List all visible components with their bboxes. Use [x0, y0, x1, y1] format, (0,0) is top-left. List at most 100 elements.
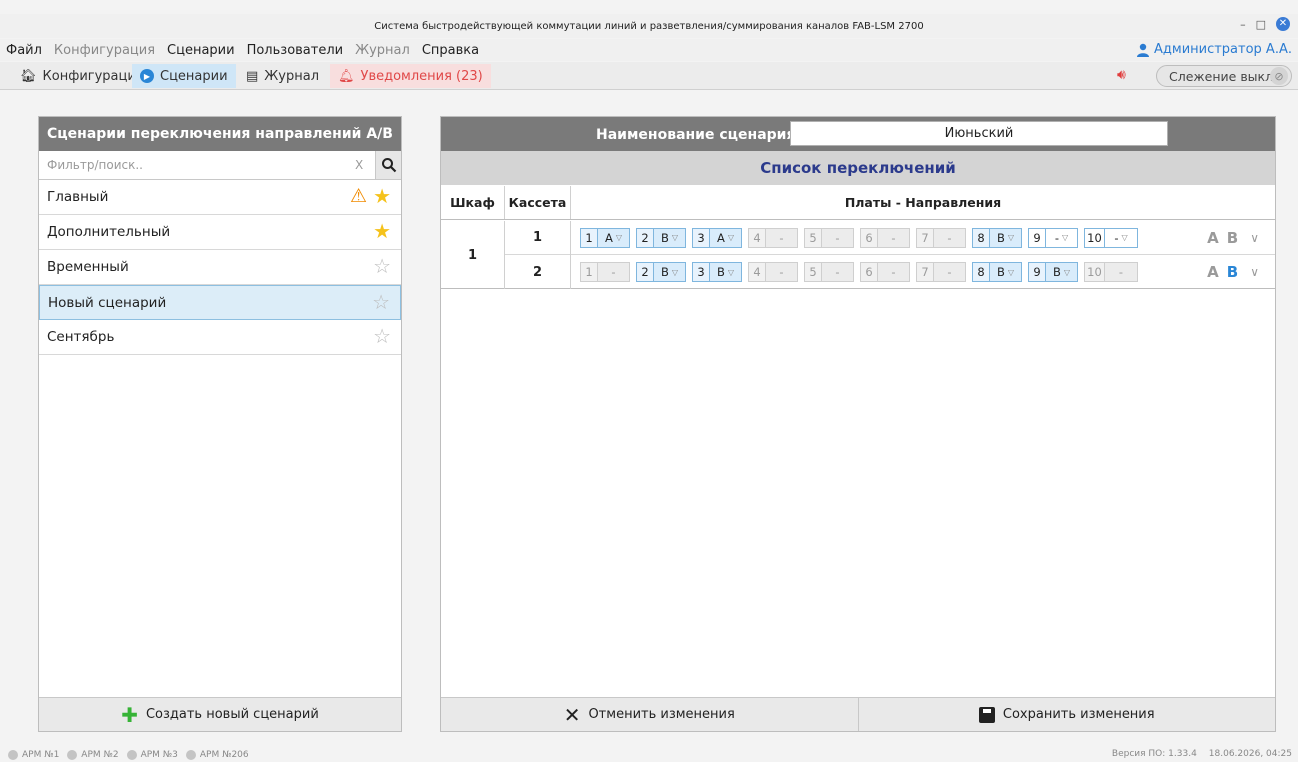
star-filled-icon[interactable]: ★ — [373, 186, 391, 206]
tab-scenarios-label: Сценарии — [160, 68, 228, 84]
star-outline-icon[interactable]: ☆ — [373, 326, 391, 346]
direction-b-button[interactable]: B — [1227, 263, 1238, 281]
scenario-item-new[interactable]: Новый сценарий ☆ — [39, 285, 401, 320]
board-number: 2 — [637, 228, 654, 247]
create-scenario-label: Создать новый сценарий — [145, 707, 319, 722]
scenario-item-september[interactable]: Сентябрь ☆ — [39, 320, 401, 355]
cancel-changes-button[interactable]: ✕ Отменить изменения — [441, 698, 859, 731]
board-select[interactable]: 8 B ▽ — [972, 262, 1022, 282]
home-icon: 🏠︎ — [20, 68, 37, 84]
menu-file[interactable]: Файл — [0, 43, 48, 58]
menu-help[interactable]: Справка — [416, 43, 485, 58]
menu-journal[interactable]: Журнал — [349, 43, 416, 58]
board-direction: - — [1114, 230, 1119, 245]
board-select[interactable]: 9- ▽ — [1028, 227, 1078, 248]
board-select: 4- — [748, 262, 798, 282]
tracking-label: Слежение выкл. — [1169, 68, 1278, 84]
board-direction: B — [660, 230, 669, 245]
minimize-icon[interactable]: – — [1240, 18, 1246, 31]
save-changes-button[interactable]: Сохранить изменения — [858, 698, 1275, 731]
board-direction: - — [891, 230, 896, 245]
user-menu[interactable]: Администратор А.А. — [1136, 42, 1292, 57]
scenario-item-temporary[interactable]: Временный ☆ — [39, 250, 401, 285]
status-dot-icon — [185, 750, 196, 760]
board-number: 1 — [581, 263, 598, 281]
board-select[interactable]: 2 B ▽ — [636, 262, 686, 282]
datetime: 18.06.2026, 04:25 — [1208, 749, 1292, 759]
board-select: 6- — [860, 262, 910, 282]
board-select[interactable]: 8 B ▽ — [972, 227, 1022, 248]
board-select[interactable]: 2 B ▽ — [636, 227, 686, 248]
bell-icon: 🔔︎ — [338, 68, 355, 84]
scenario-name: Временный — [47, 259, 129, 275]
tab-scenarios[interactable]: ▶ Сценарии — [132, 64, 236, 88]
scenario-item-main[interactable]: Главный ⚠ ★ — [39, 180, 401, 215]
expand-chevron-icon[interactable]: ∨ — [1250, 265, 1259, 279]
scenario-item-additional[interactable]: Дополнительный ★ — [39, 215, 401, 250]
board-direction: - — [947, 265, 952, 279]
close-icon[interactable]: ✕ — [1276, 17, 1290, 31]
column-header-boards: Платы - Направления — [844, 195, 1002, 210]
direction-a-button[interactable]: A — [1207, 263, 1219, 281]
menu-bar: Файл Конфигурация Сценарии Пользователи … — [0, 39, 1298, 61]
create-scenario-button[interactable]: ✚ Создать новый сценарий — [39, 697, 401, 731]
speaker-icon[interactable]: 🔊︎ — [1117, 67, 1126, 83]
board-select[interactable]: 9 B ▽ — [1028, 262, 1078, 282]
scenario-name-input[interactable]: Июньский — [790, 121, 1168, 146]
search-button[interactable] — [375, 151, 401, 179]
search-icon — [381, 158, 396, 173]
star-filled-icon[interactable]: ★ — [373, 221, 391, 241]
direction-switch: A B ∨ — [1207, 263, 1259, 281]
scenario-editor-panel: Наименование сценария: Июньский Список п… — [440, 116, 1276, 732]
tab-notifications[interactable]: 🔔︎ Уведомления (23) — [330, 64, 491, 88]
chevron-down-icon: ▽ — [727, 267, 735, 277]
menu-users[interactable]: Пользователи — [241, 43, 350, 58]
board-select[interactable]: 3 B ▽ — [692, 262, 742, 282]
scenarios-panel: Сценарии переключения направлений A/B Фи… — [38, 116, 402, 732]
chevron-down-icon: ▽ — [1007, 267, 1015, 277]
board-direction: - — [779, 265, 784, 279]
board-select: 1- — [580, 262, 630, 282]
chevron-down-icon: ▽ — [671, 233, 679, 242]
tracking-toggle[interactable]: Слежение выкл. ⊘ — [1156, 65, 1292, 87]
menu-scenarios[interactable]: Сценарии — [161, 43, 241, 58]
chevron-down-icon: ▽ — [1062, 233, 1069, 242]
apm-indicator: АРМ №2 — [67, 750, 119, 760]
apm-label: АРМ №3 — [140, 750, 178, 760]
scenario-name: Главный — [47, 189, 109, 205]
board-number: 6 — [861, 228, 878, 247]
filter-input[interactable]: Фильтр/поиск.. — [39, 158, 355, 172]
clear-filter-button[interactable]: X — [355, 158, 375, 172]
board-direction: - — [779, 230, 784, 245]
board-number: 3 — [693, 228, 710, 247]
board-direction: - — [835, 230, 840, 245]
board-direction: B — [716, 265, 725, 279]
maximize-icon[interactable]: □ — [1256, 18, 1266, 31]
board-number: 9 — [1029, 263, 1046, 281]
chevron-down-icon: ▽ — [1007, 233, 1015, 242]
expand-chevron-icon[interactable]: ∨ — [1250, 231, 1259, 245]
board-select[interactable]: 1 A ▽ — [580, 227, 630, 248]
board-direction: - — [1054, 230, 1059, 245]
board-select[interactable]: 3 A ▽ — [692, 227, 742, 248]
scenario-name: Дополнительный — [47, 224, 171, 240]
direction-a-button[interactable]: A — [1207, 229, 1219, 247]
board-number: 5 — [805, 228, 822, 247]
board-direction: B — [996, 230, 1005, 245]
user-name: Администратор А.А. — [1154, 42, 1292, 57]
star-outline-icon[interactable]: ☆ — [372, 292, 390, 312]
cancel-changes-label: Отменить изменения — [588, 707, 735, 722]
warning-icon: ⚠ — [350, 185, 368, 207]
save-icon — [978, 706, 995, 723]
tab-configuration-label: Конфигурация — [42, 68, 144, 84]
menu-configuration[interactable]: Конфигурация — [48, 43, 161, 58]
close-icon: ✕ — [563, 702, 581, 727]
tab-configuration[interactable]: 🏠︎ Конфигурация — [12, 64, 152, 88]
tab-journal[interactable]: ▤ Журнал — [238, 64, 327, 88]
board-select: 4- — [748, 227, 798, 248]
star-outline-icon[interactable]: ☆ — [373, 256, 391, 276]
cabinet-cell: 1 — [441, 221, 505, 289]
board-select[interactable]: 10- ▽ — [1084, 227, 1138, 248]
board-number: 7 — [917, 228, 934, 247]
direction-b-button[interactable]: B — [1227, 229, 1238, 247]
